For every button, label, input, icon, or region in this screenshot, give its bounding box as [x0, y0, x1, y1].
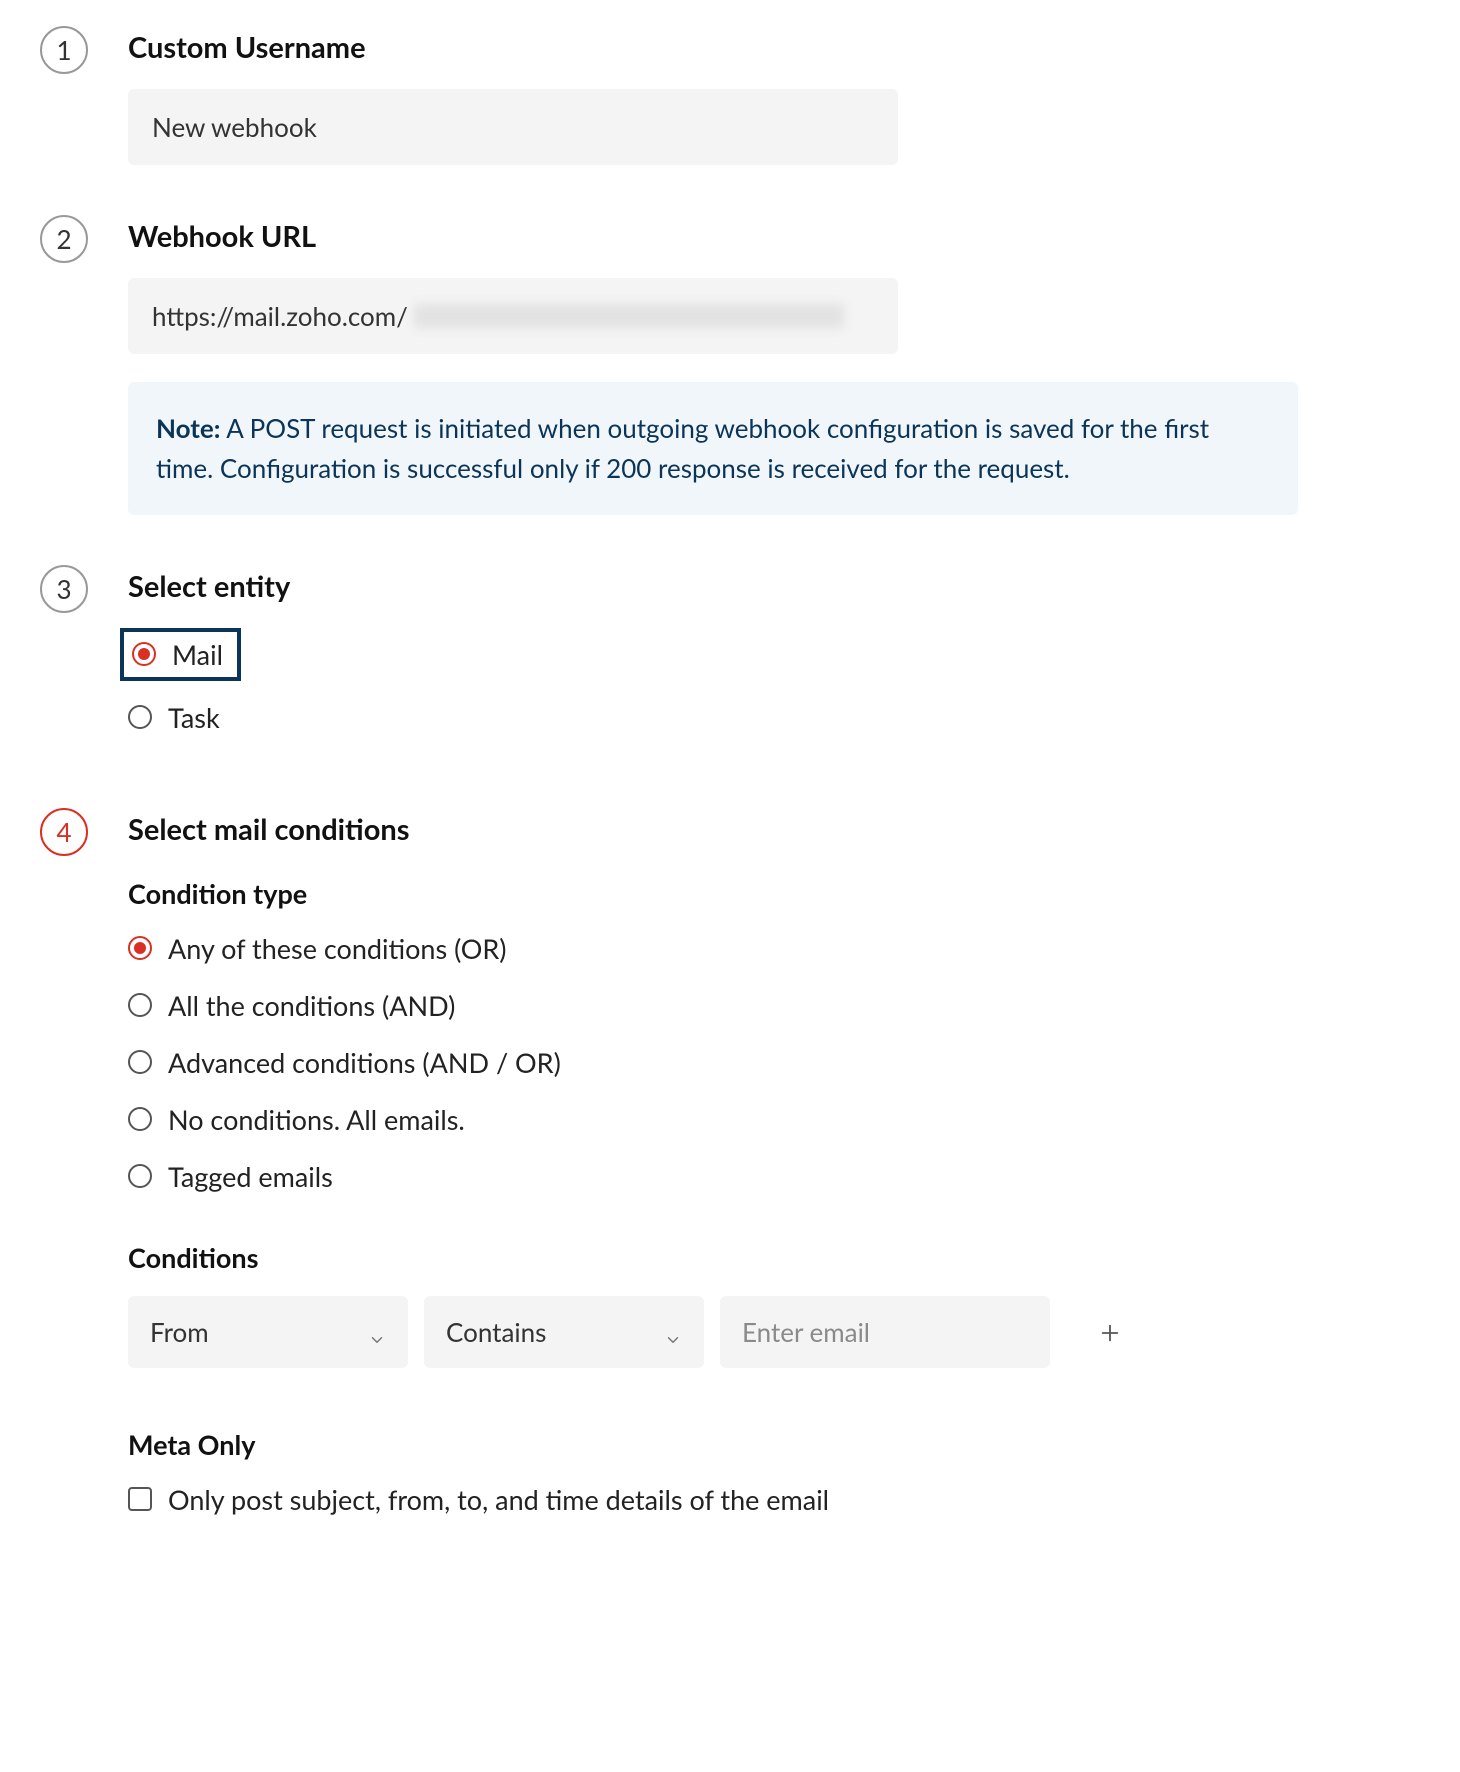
condition-value-input[interactable]: Enter email	[720, 1296, 1050, 1368]
checkbox-icon	[128, 1487, 152, 1511]
condition-type-advanced[interactable]: Advanced conditions (AND / OR)	[128, 1046, 1420, 1079]
note-label: Note:	[156, 412, 220, 444]
step-number-3: 3	[40, 565, 88, 613]
condition-type-heading: Condition type	[128, 877, 1420, 910]
custom-username-input[interactable]: New webhook	[128, 89, 898, 165]
step-select-mail-conditions: 4 Select mail conditions Condition type …	[40, 806, 1420, 1540]
condition-type-or-label: Any of these conditions (OR)	[168, 932, 507, 965]
conditions-heading: Conditions	[128, 1241, 1420, 1274]
step-3-title: Select entity	[128, 569, 1420, 604]
condition-type-tagged-label: Tagged emails	[168, 1160, 333, 1193]
condition-operator-select[interactable]: Contains	[424, 1296, 704, 1368]
radio-icon	[128, 936, 152, 960]
radio-icon	[128, 705, 152, 729]
condition-value-placeholder: Enter email	[742, 1316, 870, 1348]
condition-type-tagged[interactable]: Tagged emails	[128, 1160, 1420, 1193]
step-number-1: 1	[40, 26, 88, 74]
step-number-2-label: 2	[56, 223, 71, 255]
condition-type-and-label: All the conditions (AND)	[168, 989, 455, 1022]
step-webhook-url: 2 Webhook URL https://mail.zoho.com/ Not…	[40, 213, 1420, 515]
step-select-entity: 3 Select entity Mail Task	[40, 563, 1420, 758]
condition-type-or[interactable]: Any of these conditions (OR)	[128, 932, 1420, 965]
radio-icon	[128, 1050, 152, 1074]
entity-task-label: Task	[168, 701, 220, 734]
webhook-url-input[interactable]: https://mail.zoho.com/	[128, 278, 898, 354]
step-2-title: Webhook URL	[128, 219, 1420, 254]
step-number-1-label: 1	[56, 34, 71, 66]
radio-icon	[128, 1107, 152, 1131]
condition-type-none[interactable]: No conditions. All emails.	[128, 1103, 1420, 1136]
plus-icon	[1099, 1311, 1121, 1352]
webhook-note: Note: A POST request is initiated when o…	[128, 382, 1298, 515]
step-number-4-label: 4	[56, 816, 71, 848]
meta-only-checkbox-row[interactable]: Only post subject, from, to, and time de…	[128, 1483, 1420, 1516]
meta-only-checkbox-label: Only post subject, from, to, and time de…	[168, 1483, 829, 1516]
radio-icon	[128, 993, 152, 1017]
entity-option-mail[interactable]: Mail	[120, 628, 241, 681]
condition-operator-value: Contains	[446, 1316, 546, 1348]
webhook-url-redacted	[414, 304, 844, 328]
step-1-title: Custom Username	[128, 30, 1420, 65]
entity-option-task[interactable]: Task	[128, 701, 1420, 734]
entity-option-mail-row: Mail	[128, 628, 1420, 681]
radio-icon	[128, 1164, 152, 1188]
condition-field-select[interactable]: From	[128, 1296, 408, 1368]
meta-only-heading: Meta Only	[128, 1428, 1420, 1461]
condition-type-advanced-label: Advanced conditions (AND / OR)	[168, 1046, 561, 1079]
chevron-down-icon	[368, 1323, 386, 1341]
radio-icon	[132, 642, 156, 666]
custom-username-value: New webhook	[152, 111, 317, 143]
condition-row: From Contains Enter email	[128, 1296, 1420, 1368]
step-4-title: Select mail conditions	[128, 812, 1420, 847]
condition-type-and[interactable]: All the conditions (AND)	[128, 989, 1420, 1022]
step-number-2: 2	[40, 215, 88, 263]
condition-type-none-label: No conditions. All emails.	[168, 1103, 465, 1136]
step-custom-username: 1 Custom Username New webhook	[40, 24, 1420, 165]
condition-field-value: From	[150, 1316, 209, 1348]
entity-mail-label: Mail	[172, 638, 223, 671]
note-text: A POST request is initiated when outgoin…	[156, 412, 1209, 484]
add-condition-button[interactable]	[1086, 1308, 1134, 1356]
step-number-3-label: 3	[56, 573, 71, 605]
chevron-down-icon	[664, 1323, 682, 1341]
webhook-url-prefix: https://mail.zoho.com/	[152, 300, 408, 332]
step-number-4: 4	[40, 808, 88, 856]
